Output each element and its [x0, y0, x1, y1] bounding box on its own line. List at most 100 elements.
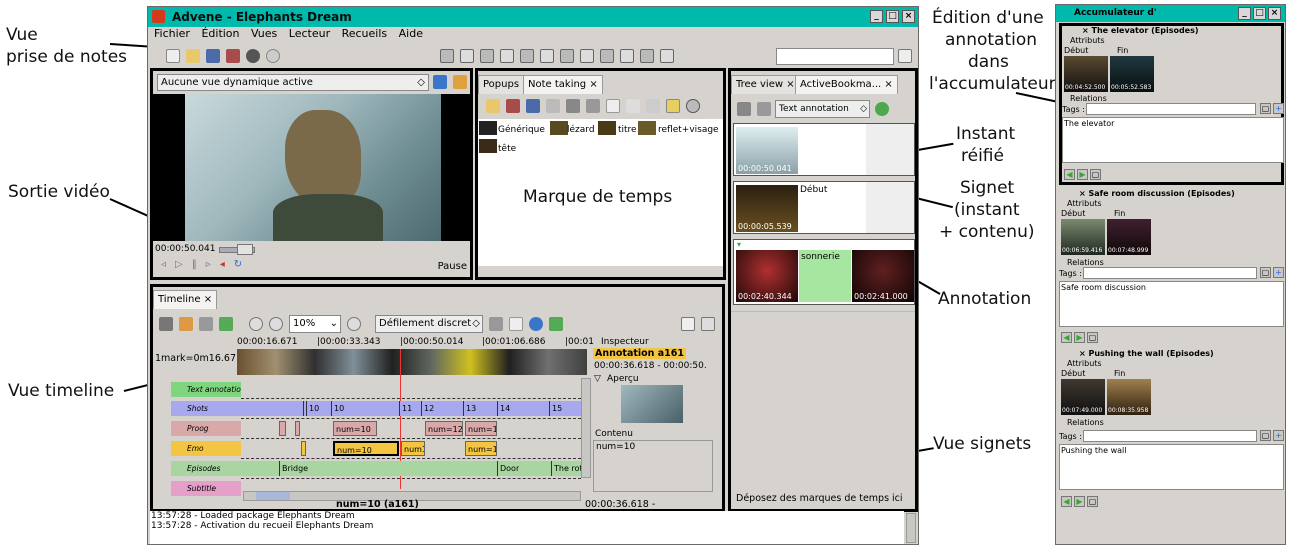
- bookmark-3-expander-icon[interactable]: ▾: [737, 240, 741, 249]
- doc-tl-icon[interactable]: [509, 317, 523, 331]
- anchor-icon[interactable]: [757, 102, 771, 116]
- save-icon[interactable]: [206, 49, 220, 63]
- pause-icon[interactable]: ‖: [192, 259, 206, 270]
- star-icon[interactable]: [620, 49, 634, 63]
- shot-seg-2[interactable]: 10: [331, 401, 344, 416]
- acc-2-delete-icon[interactable]: ▢: [1087, 332, 1098, 343]
- book-icon[interactable]: [600, 49, 614, 63]
- zoom-in-icon[interactable]: [269, 317, 283, 331]
- proog-seg-3[interactable]: num=13: [465, 421, 497, 436]
- menu-lecteur[interactable]: Lecteur: [289, 27, 330, 40]
- acc-close-button[interactable]: ×: [1268, 7, 1281, 20]
- acc-3-tags-input[interactable]: [1083, 430, 1257, 442]
- bookmark-annotation[interactable]: ▾ 00:02:40.344 sonnerie 00:02:41.000: [733, 239, 915, 305]
- episode-seg-2[interactable]: Door: [497, 461, 519, 476]
- forward-icon[interactable]: ▹: [206, 259, 220, 270]
- acc-2-back-icon[interactable]: ◀: [1061, 332, 1072, 343]
- zoom-fit-icon[interactable]: [347, 317, 361, 331]
- advene-icon[interactable]: [660, 49, 674, 63]
- shot-seg-4[interactable]: 12: [421, 401, 434, 416]
- video-progress-handle[interactable]: [237, 244, 253, 255]
- track-label-proog[interactable]: Proog: [171, 421, 241, 436]
- maximize-button[interactable]: □: [886, 10, 899, 23]
- edit-view-icon[interactable]: [453, 75, 467, 89]
- edit-icon[interactable]: [560, 49, 574, 63]
- track-label-shots[interactable]: Shots: [171, 401, 241, 416]
- acc-1-tags-input[interactable]: [1086, 103, 1256, 115]
- emo-seg-3[interactable]: num=13: [465, 441, 497, 456]
- timeline-vscroll[interactable]: [581, 378, 591, 478]
- acc-3-add-icon[interactable]: +: [1273, 430, 1284, 441]
- tracks-area[interactable]: 10 10 11 12 13 14 15 num=10 num=12 num=1…: [241, 378, 581, 504]
- menu-recueils[interactable]: Recueils: [342, 27, 388, 40]
- hscroll-thumb[interactable]: [256, 492, 290, 500]
- proog-seg-1[interactable]: num=10: [333, 421, 377, 436]
- view-icon-3[interactable]: [480, 49, 494, 63]
- trash-icon[interactable]: [737, 102, 751, 116]
- track-label-episodes[interactable]: Episodes: [171, 461, 241, 476]
- tab-tree-view[interactable]: Tree view ×: [731, 75, 800, 94]
- emo-seg-1[interactable]: num=10: [333, 441, 399, 456]
- menu-vues[interactable]: Vues: [251, 27, 277, 40]
- shot-seg-3[interactable]: 11: [399, 401, 412, 416]
- clock-note-icon[interactable]: [686, 99, 700, 113]
- tools-icon[interactable]: [640, 49, 654, 63]
- annotation-type-select[interactable]: Text annotation ◇: [775, 100, 870, 118]
- menu-fichier[interactable]: Fichier: [154, 27, 190, 40]
- bookmark-instant[interactable]: 00:00:50.041: [733, 123, 915, 176]
- link-icon[interactable]: [546, 99, 560, 113]
- new-icon[interactable]: [166, 49, 180, 63]
- open-icon[interactable]: [186, 49, 200, 63]
- timestamp-mark-2[interactable]: [550, 121, 568, 135]
- view-icon-1[interactable]: [440, 49, 454, 63]
- acc-3-text[interactable]: Pushing the wall: [1059, 444, 1284, 490]
- shot-seg-6[interactable]: 14: [497, 401, 510, 416]
- track-label-subtitle[interactable]: Subtitle: [171, 481, 241, 496]
- acc-1-back-icon[interactable]: ◀: [1064, 169, 1075, 180]
- save-as-icon[interactable]: [226, 49, 240, 63]
- save-as-note-icon[interactable]: [526, 99, 540, 113]
- acc-2-fwd-icon[interactable]: ▶: [1074, 332, 1085, 343]
- view-icon-6[interactable]: [540, 49, 554, 63]
- loop-icon[interactable]: ↻: [234, 259, 251, 270]
- proog-seg-2[interactable]: num=12: [425, 421, 463, 436]
- acc-1-text[interactable]: The elevator: [1062, 117, 1284, 163]
- tab-active-bookmarks[interactable]: ActiveBookma... ×: [795, 75, 898, 94]
- timestamp-mark-1[interactable]: [479, 121, 497, 135]
- save-note-icon[interactable]: [506, 99, 520, 113]
- emo-seg-2[interactable]: num1: [401, 441, 425, 456]
- timestamp-mark-5[interactable]: [479, 139, 497, 153]
- notes-editor[interactable]: Générique lézard titre reflet+visage têt…: [478, 119, 723, 266]
- goto-icon[interactable]: [219, 317, 233, 331]
- advene-tl-icon[interactable]: [701, 317, 715, 331]
- acc-2-add-icon[interactable]: +: [1273, 267, 1284, 278]
- go-icon[interactable]: [875, 102, 889, 116]
- emo-blob-1[interactable]: [301, 441, 306, 456]
- timestamp-mark-4[interactable]: [638, 121, 656, 135]
- view-icon-5[interactable]: [520, 49, 534, 63]
- acc-1-add-icon[interactable]: +: [1273, 103, 1284, 114]
- zoom-select[interactable]: 10% ⌄: [289, 315, 341, 333]
- tab-timeline[interactable]: Timeline ×: [153, 290, 218, 309]
- proog-blob-1[interactable]: [279, 421, 286, 436]
- episode-seg-3[interactable]: The rot: [551, 461, 581, 476]
- track-label-text[interactable]: Text annotatio: [171, 382, 241, 397]
- log-scrollbar[interactable]: [906, 513, 916, 543]
- preview-expander-icon[interactable]: ▽: [594, 374, 601, 384]
- video-output[interactable]: [153, 94, 470, 241]
- print-icon[interactable]: [646, 99, 660, 113]
- shot-seg-1[interactable]: 10: [303, 401, 319, 416]
- inspector-content-field[interactable]: num=10: [593, 440, 713, 492]
- dynamic-view-select[interactable]: Aucune vue dynamique active ◇: [157, 74, 429, 91]
- menu-edition[interactable]: Édition: [201, 27, 239, 40]
- acc-3-delete-icon[interactable]: ▢: [1087, 496, 1098, 507]
- search-view-icon[interactable]: [500, 49, 514, 63]
- acc-2-tags-input[interactable]: [1083, 267, 1257, 279]
- view-icon-8[interactable]: [580, 49, 594, 63]
- acc-3-back-icon[interactable]: ◀: [1061, 496, 1072, 507]
- search-note-icon[interactable]: [626, 99, 640, 113]
- delete-icon[interactable]: [159, 317, 173, 331]
- close-button[interactable]: ×: [902, 10, 915, 23]
- tools-tl-icon[interactable]: [489, 317, 503, 331]
- next-icon[interactable]: [549, 317, 563, 331]
